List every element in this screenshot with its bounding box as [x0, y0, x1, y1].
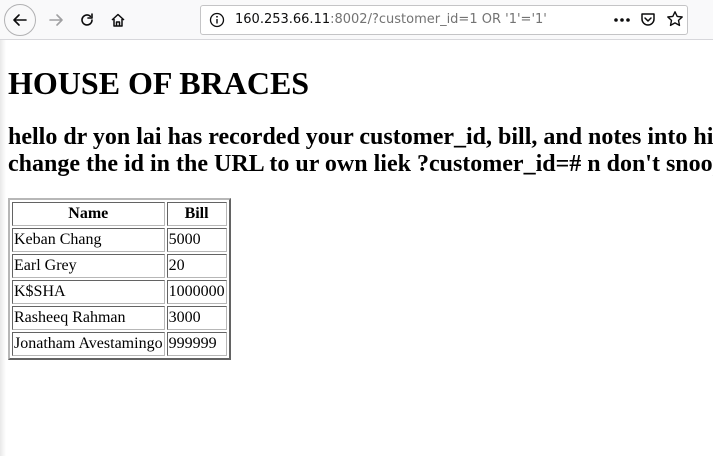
back-button[interactable]: [4, 4, 36, 36]
reload-icon: [81, 13, 93, 26]
forward-arrow-icon: [49, 14, 63, 26]
page-title: HOUSE OF BRACES: [8, 65, 310, 101]
back-arrow-icon: [13, 14, 27, 26]
url-bar[interactable]: 160.253.66.11:8002/?customer_id=1 OR '1'…: [200, 5, 688, 35]
message-heading: hello dr yon lai has recorded your custo…: [8, 124, 713, 178]
browser-toolbar: 160.253.66.11:8002/?customer_id=1 OR '1'…: [0, 0, 713, 40]
url-host: 160.253.66.11: [235, 12, 331, 27]
header-name: Name: [12, 202, 165, 226]
window-edge-shadow: [0, 40, 6, 456]
table-row: Jonatham Avestamingo 999999: [12, 332, 227, 356]
table-header-row: Name Bill: [12, 202, 227, 226]
cell-bill: 1000000: [166, 280, 227, 304]
cell-bill: 3000: [166, 306, 227, 330]
table-row: K$SHA 1000000: [12, 280, 227, 304]
cell-name: Keban Chang: [12, 228, 165, 252]
page-content: HOUSE OF BRACES hello dr yon lai has rec…: [8, 40, 713, 456]
customer-table: Name Bill Keban Chang 5000 Earl Grey 20 …: [8, 198, 231, 360]
reload-button[interactable]: [71, 4, 103, 36]
cell-name: Rasheeq Rahman: [12, 306, 165, 330]
table-row: Rasheeq Rahman 3000: [12, 306, 227, 330]
cell-bill: 5000: [166, 228, 227, 252]
message-line-2: change the id in the URL to ur own liek …: [8, 151, 713, 177]
table-row: Keban Chang 5000: [12, 228, 227, 252]
cell-name: Earl Grey: [12, 254, 165, 278]
forward-button[interactable]: [40, 4, 72, 36]
url-path: :8002/?customer_id=1 OR '1'='1': [330, 12, 547, 27]
cell-bill: 999999: [166, 332, 227, 356]
star-icon[interactable]: [666, 10, 684, 28]
cell-name: Jonatham Avestamingo: [12, 332, 165, 356]
cell-name: K$SHA: [12, 280, 165, 304]
table-row: Earl Grey 20: [12, 254, 227, 278]
ellipsis-icon[interactable]: [611, 11, 633, 29]
home-icon: [111, 13, 125, 27]
home-button[interactable]: [102, 4, 134, 36]
header-bill: Bill: [166, 202, 227, 226]
info-icon[interactable]: [209, 12, 225, 28]
cell-bill: 20: [166, 254, 227, 278]
pocket-icon[interactable]: [639, 11, 657, 29]
message-line-1: hello dr yon lai has recorded your custo…: [8, 124, 713, 150]
url-text[interactable]: 160.253.66.11:8002/?customer_id=1 OR '1'…: [235, 12, 547, 27]
